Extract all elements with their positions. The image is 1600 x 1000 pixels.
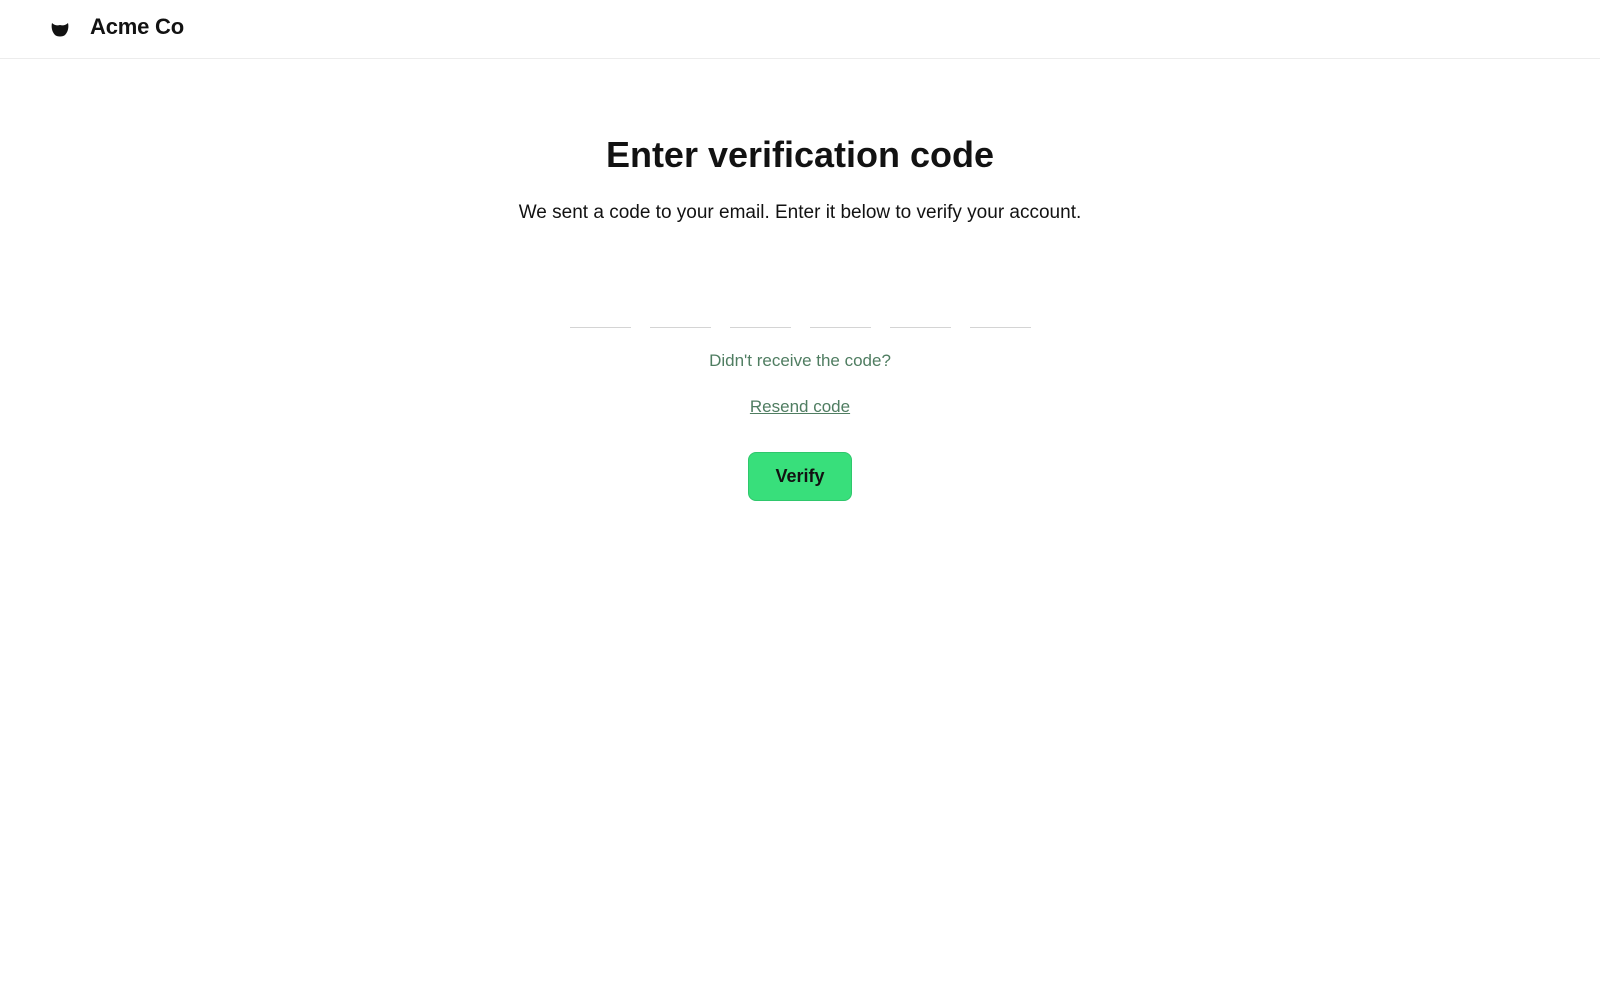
code-digit-5[interactable]	[890, 293, 951, 328]
brand-name[interactable]: Acme Co	[90, 14, 184, 40]
code-digit-3[interactable]	[730, 293, 791, 328]
resend-hint: Didn't receive the code?	[709, 351, 891, 370]
code-digit-4[interactable]	[810, 293, 871, 328]
page-subtitle: We sent a code to your email. Enter it b…	[518, 202, 1082, 223]
code-digit-2[interactable]	[650, 293, 711, 328]
code-digit-1[interactable]	[570, 293, 631, 328]
resend-row: Resend code	[0, 397, 1600, 417]
page-title: Enter verification code	[605, 134, 995, 175]
top-header: Acme Co	[0, 0, 1600, 59]
resend-code-link[interactable]: Resend code	[750, 397, 850, 416]
verify-button[interactable]: Verify	[748, 452, 852, 501]
acme-logo-icon[interactable]	[49, 17, 71, 39]
code-digit-6[interactable]	[970, 293, 1031, 328]
code-input-group	[570, 293, 1031, 329]
